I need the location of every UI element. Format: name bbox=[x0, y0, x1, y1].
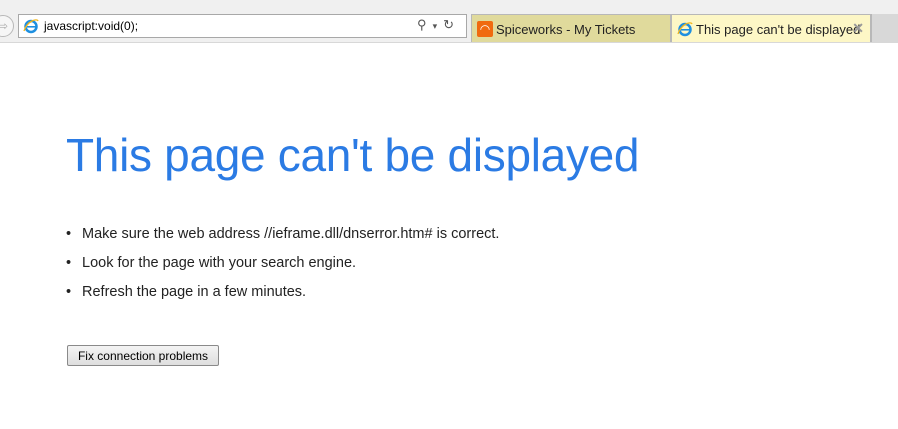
page-title: This page can't be displayed bbox=[66, 129, 640, 181]
dropdown-icon[interactable]: ▾ bbox=[433, 21, 444, 31]
item-text: Look for the page with your search engin… bbox=[82, 255, 357, 271]
list-item: • Look for the page with your search engi… bbox=[66, 255, 499, 284]
refresh-icon[interactable]: ↻ bbox=[443, 17, 460, 32]
fix-connection-button[interactable]: Fix connection problems bbox=[67, 345, 219, 366]
item-text: Refresh the page in a few minutes. bbox=[82, 284, 307, 300]
forward-button[interactable]: ⇨ bbox=[0, 15, 14, 37]
list-item: • Refresh the page in a few minutes. bbox=[66, 284, 499, 313]
tab-error-page[interactable]: This page can't be displayed ✕ bbox=[671, 14, 871, 42]
tab-spiceworks[interactable]: ◠ Spiceworks - My Tickets bbox=[471, 14, 671, 42]
list-item: • Make sure the web address //ieframe.dll… bbox=[66, 226, 499, 255]
address-bar[interactable]: javascript:void(0); ⚲▾↻ bbox=[18, 14, 467, 38]
tab-label: This page can't be displayed bbox=[696, 22, 861, 37]
item-text: Make sure the web address //ieframe.dll/… bbox=[82, 226, 500, 242]
url-text[interactable]: javascript:void(0); bbox=[44, 19, 138, 33]
ie-icon bbox=[677, 22, 693, 37]
spiceworks-icon: ◠ bbox=[477, 21, 493, 37]
suggestion-list: • Make sure the web address //ieframe.dll… bbox=[66, 226, 499, 313]
search-icon[interactable]: ⚲ bbox=[417, 17, 433, 32]
bullet: • bbox=[66, 226, 72, 242]
ie-icon bbox=[23, 19, 39, 34]
close-tab-icon[interactable]: ✕ bbox=[852, 20, 864, 37]
bullet: • bbox=[66, 284, 72, 300]
new-tab-button[interactable] bbox=[871, 14, 898, 42]
bullet: • bbox=[66, 255, 72, 271]
browser-toolbar: ⇨ javascript:void(0); ⚲▾↻ ◠ Spiceworks -… bbox=[0, 0, 898, 43]
tab-label: Spiceworks - My Tickets bbox=[496, 22, 636, 37]
